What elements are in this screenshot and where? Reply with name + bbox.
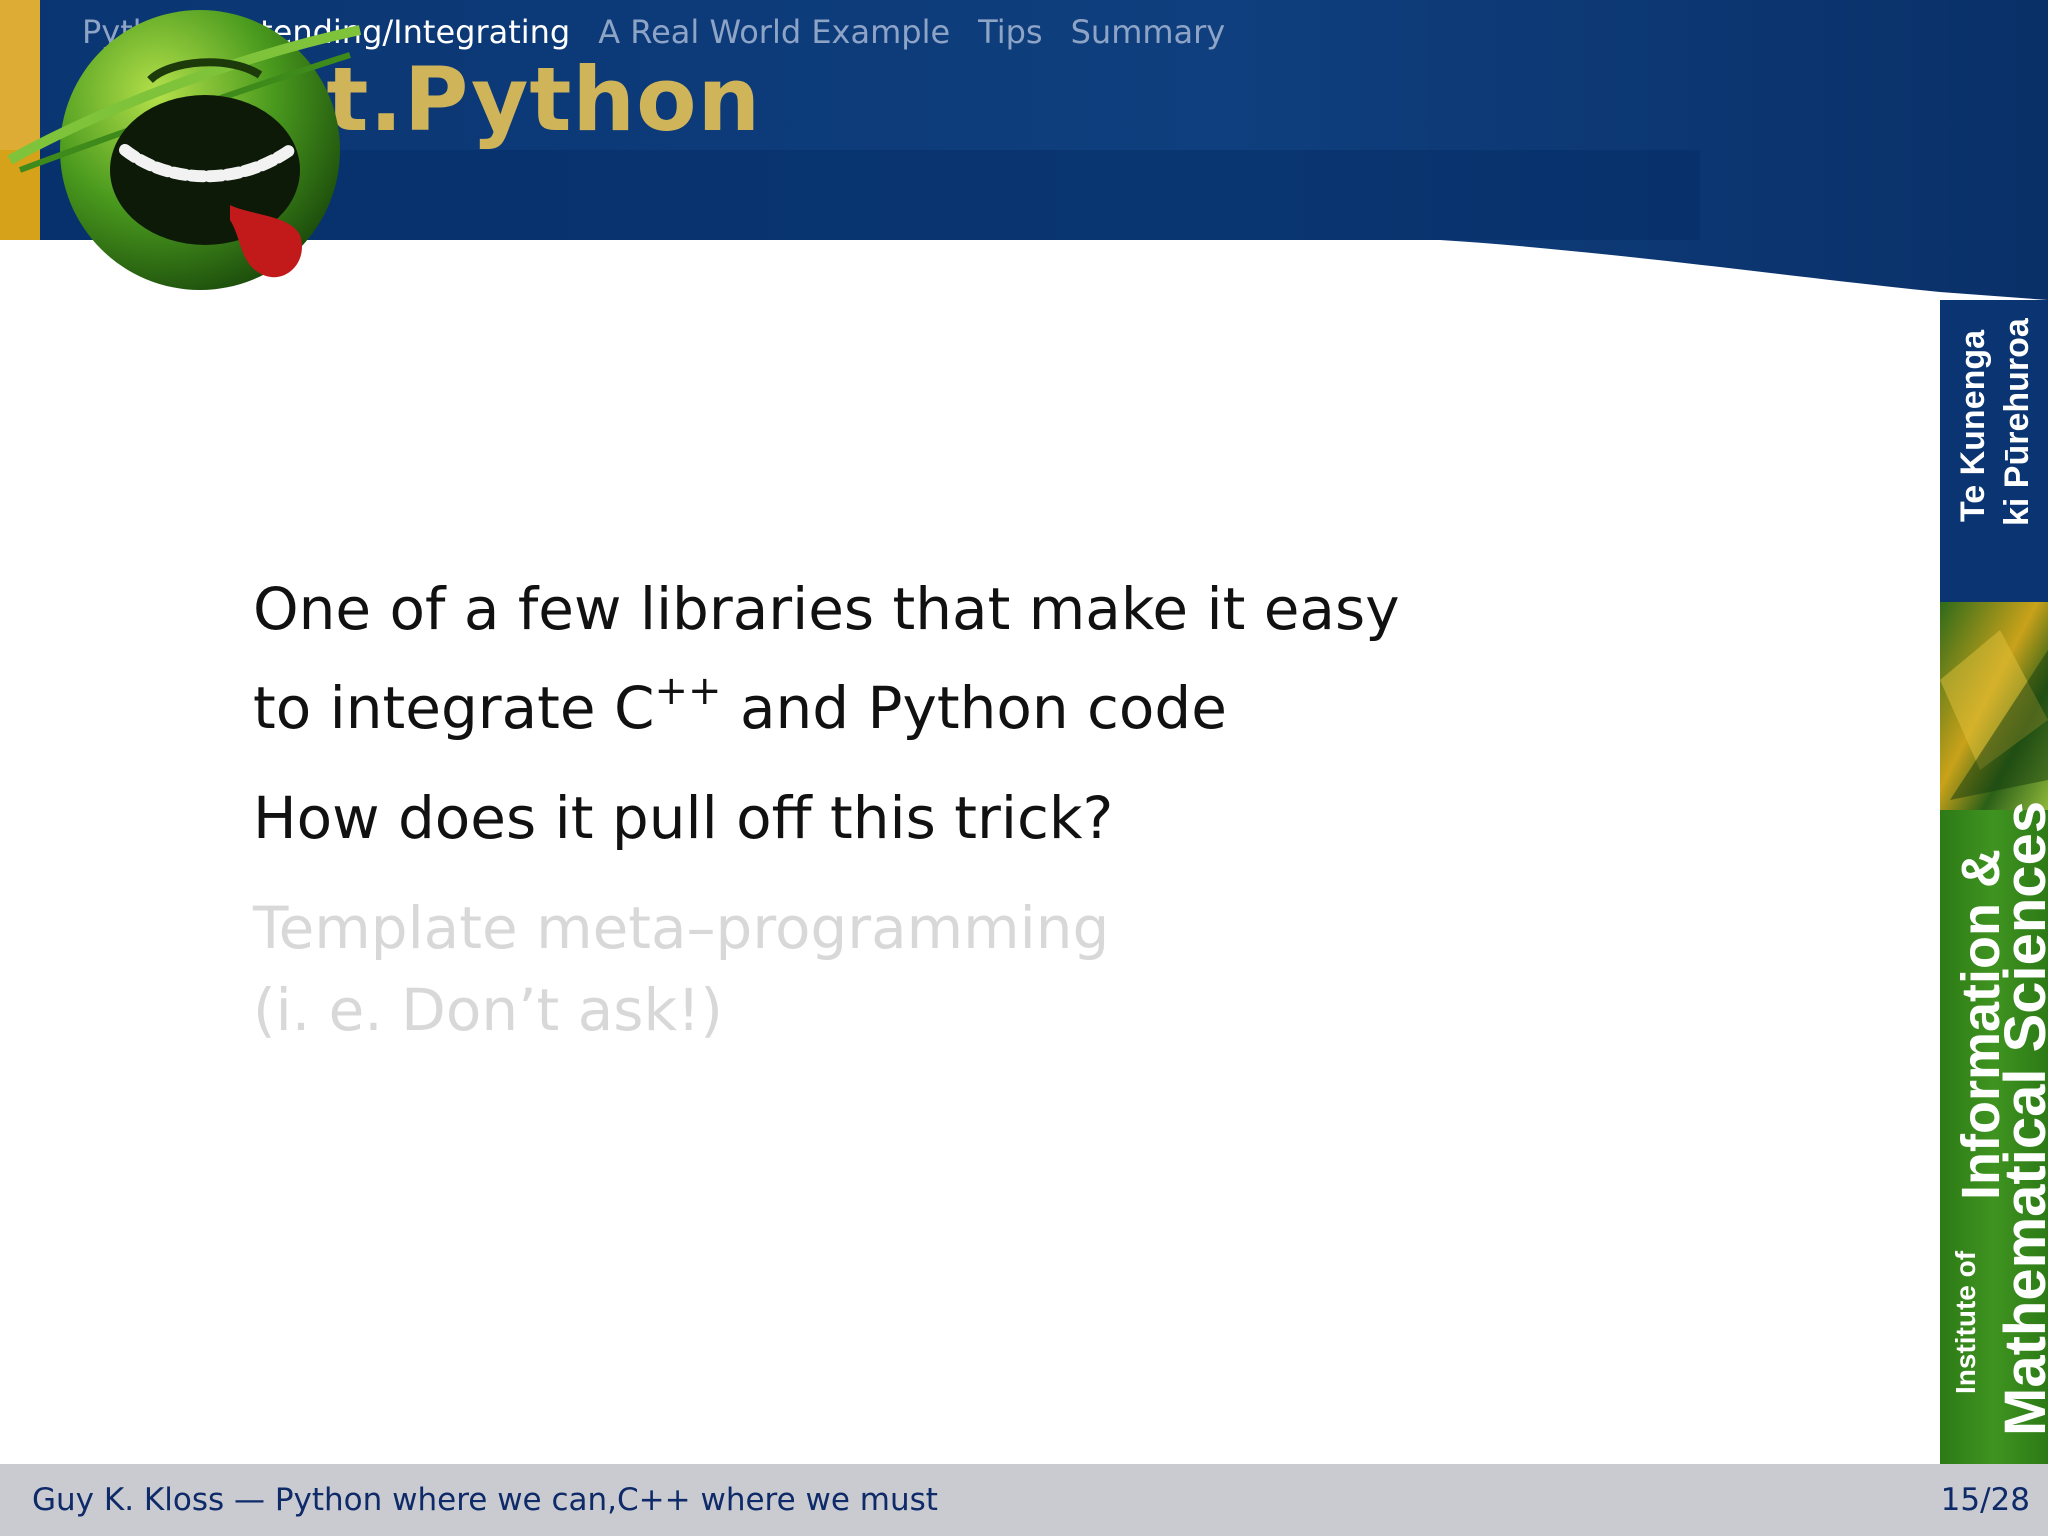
bullet-item-question: How does it pull off this trick? — [253, 777, 1853, 859]
nav-section-tips[interactable]: Tips — [978, 13, 1042, 51]
slide-header: Python Extending/Integrating A Real Worl… — [0, 0, 2048, 300]
text-fragment: to integrate C — [253, 674, 655, 742]
mascot-logo-icon — [7, 10, 362, 290]
text-fragment: and Python code — [721, 674, 1227, 742]
slide-footer: Guy K. Kloss — Python where we can,C++ w… — [0, 1464, 2048, 1536]
maori-name-line2: ki Pūrehuroa — [1998, 318, 2036, 526]
bullet-text: Template meta–programming — [253, 894, 1110, 962]
bullet-item-answer-hidden: Template meta–programming (i. e. Don’t a… — [253, 887, 1853, 1051]
institute-label: Institute of — [1950, 1250, 1981, 1394]
institute-name-line2: Mathematical Sciences — [1993, 800, 2048, 1436]
nav-section-summary[interactable]: Summary — [1071, 13, 1226, 51]
bullet-item-libraries: One of a few libraries that make it easy… — [253, 568, 1853, 749]
cpp-superscript: ++ — [654, 668, 722, 714]
bullet-text: How does it pull off this trick? — [253, 784, 1114, 852]
page-number: 15/28 — [1940, 1482, 2030, 1518]
footer-author-title: Guy K. Kloss — Python where we can,C++ w… — [32, 1482, 938, 1518]
slide-body: One of a few libraries that make it easy… — [253, 568, 1853, 1079]
maori-name-line1: Te Kunenga — [1954, 329, 1992, 522]
nav-section-real-world-example[interactable]: A Real World Example — [598, 13, 950, 51]
bullet-text: to integrate C++ and Python code — [253, 650, 1853, 749]
bullet-text: One of a few libraries that make it easy — [253, 575, 1400, 643]
bullet-text: (i. e. Don’t ask!) — [253, 976, 723, 1044]
